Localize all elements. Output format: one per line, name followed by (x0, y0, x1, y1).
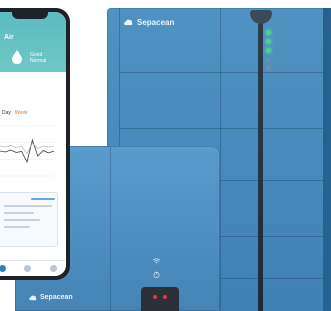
tab-week[interactable]: Week (15, 110, 28, 116)
panel-seam (119, 72, 325, 73)
water-drop-icon (12, 50, 22, 64)
phone-screen: Air Good Normal Day Week (0, 12, 66, 276)
trend-chart (0, 125, 55, 177)
status-sublabel: Normal (30, 58, 47, 64)
cloud-logo-icon (124, 19, 133, 26)
center-rail (258, 20, 263, 311)
panel-seam (110, 146, 111, 311)
status-led (266, 30, 271, 35)
card-line (31, 198, 55, 200)
indicator-group (153, 258, 160, 278)
red-indicator (153, 295, 157, 299)
status-led (266, 57, 271, 62)
chart-series-line (0, 138, 55, 164)
smartphone: Air Good Normal Day Week (0, 8, 70, 280)
app-header: Air Good Normal (0, 12, 66, 72)
card-line (4, 205, 52, 207)
card-line (4, 219, 40, 221)
panel-seam (119, 128, 325, 129)
chart-tabs: Day Week (2, 110, 28, 116)
red-indicator (163, 295, 167, 299)
status-text: Good Normal (30, 52, 46, 64)
card-line (4, 226, 30, 228)
panel-rib (220, 8, 221, 311)
brand-name: Sepacean (40, 294, 73, 301)
tab-settings-icon[interactable] (49, 265, 57, 272)
led-column (266, 30, 272, 71)
phone-notch (12, 12, 48, 19)
status-led (266, 48, 271, 53)
brand-name: Sepacean (137, 18, 175, 27)
power-indicator-icon (153, 271, 160, 278)
tab-stats-icon[interactable] (24, 265, 32, 272)
cloud-logo-icon (29, 295, 37, 300)
info-card[interactable] (0, 192, 58, 247)
wifi-indicator-icon (153, 258, 160, 264)
status-led (266, 66, 271, 71)
app-title: Air (4, 34, 14, 41)
bottom-tab-bar (0, 260, 66, 276)
brand-logo: Sepacean (124, 18, 174, 27)
brand-logo: Sepacean (29, 294, 73, 301)
front-handle (141, 287, 179, 311)
status-led (266, 39, 271, 44)
tab-day[interactable]: Day (2, 110, 11, 116)
card-line (4, 212, 34, 214)
tab-home-icon[interactable] (0, 265, 7, 272)
rail-cap (250, 10, 272, 24)
side-strip (323, 8, 331, 311)
